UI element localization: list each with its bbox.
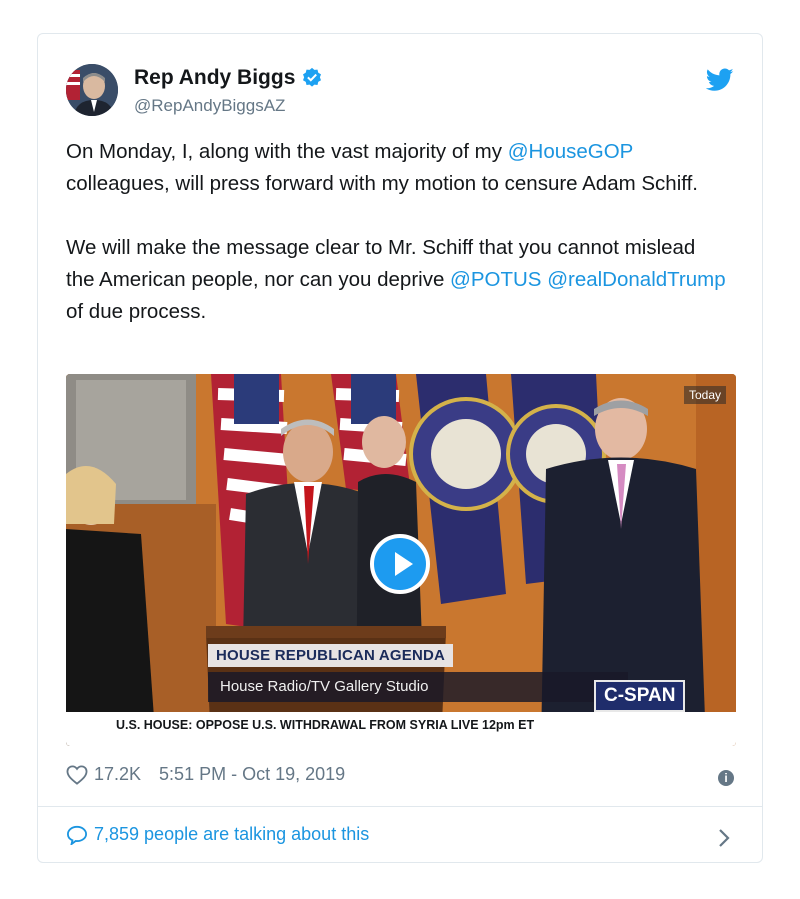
twitter-bird-icon[interactable] [706,68,734,92]
timestamp[interactable]: 5:51 PM - Oct 19, 2019 [159,764,345,785]
comment-bubble-icon [66,825,88,845]
like-count[interactable]: 17.2K [94,764,141,785]
tweet-header: Rep Andy Biggs @RepAndyBiggsAZ [66,62,734,122]
avatar[interactable] [66,64,118,116]
chyron-subtitle: House Radio/TV Gallery Studio [208,672,628,702]
network-logo: C-SPAN [594,680,686,712]
text-span: of due process. [66,300,207,323]
mention-realdonaldtrump[interactable]: @realDonaldTrump [547,268,725,291]
news-ticker: U.S. HOUSE: OPPOSE U.S. WITHDRAWAL FROM … [66,712,736,746]
handle[interactable]: @RepAndyBiggsAZ [134,96,285,116]
display-name[interactable]: Rep Andy Biggs [134,66,295,90]
tweet-text: On Monday, I, along with the vast majori… [66,136,726,328]
heart-icon[interactable] [66,764,88,785]
play-icon[interactable] [370,534,430,594]
talking-text[interactable]: 7,859 people are talking about this [94,824,369,845]
today-tag: Today [683,386,726,404]
chevron-right-icon[interactable] [718,828,730,848]
mention-housegop[interactable]: @HouseGOP [508,140,633,163]
tweet-meta: 17.2K 5:51 PM - Oct 19, 2019 [66,764,345,785]
info-icon[interactable]: i [718,770,734,786]
tweet-card: Rep Andy Biggs @RepAndyBiggsAZ On Monday… [37,33,763,863]
divider [38,806,762,807]
text-span: colleagues, will press forward with my m… [66,172,698,195]
video-media[interactable]: Today HOUSE REPUBLICAN AGENDA House Radi… [66,374,736,746]
talking-link[interactable]: 7,859 people are talking about this [66,824,369,845]
name-row: Rep Andy Biggs [134,66,323,90]
tweet-paragraph-2: We will make the message clear to Mr. Sc… [66,232,726,328]
mention-potus[interactable]: @POTUS [450,268,541,291]
verified-icon [303,67,322,87]
chyron-title: HOUSE REPUBLICAN AGENDA [208,644,454,667]
tweet-paragraph-1: On Monday, I, along with the vast majori… [66,136,726,200]
text-span: On Monday, I, along with the vast majori… [66,140,508,163]
